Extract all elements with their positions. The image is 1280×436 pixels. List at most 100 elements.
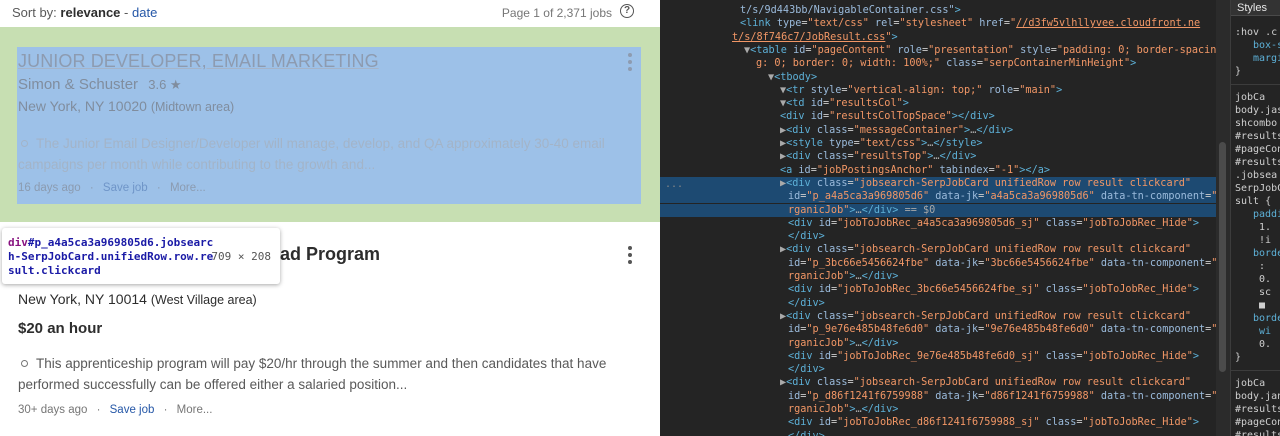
style-rule-line[interactable]: wi [1259, 325, 1271, 338]
dom-node-line[interactable]: rganicJob">…</div> == $0 [660, 203, 1216, 217]
sort-by-date-link[interactable]: date [132, 5, 157, 20]
style-rule-line[interactable]: 0. [1259, 273, 1271, 286]
save-job-link[interactable]: Save job [103, 182, 148, 194]
dom-node-line[interactable]: id="p_3bc66e5456624fbe" data-jk="3bc66e5… [660, 257, 1224, 270]
job-location: New York, NY 10020 (Midtown area) [18, 98, 234, 114]
style-rule-line[interactable]: } [1235, 65, 1241, 78]
dom-node-line[interactable]: </div> [660, 363, 1216, 376]
location-text: New York, NY 10014 [18, 291, 147, 307]
job-card-highlighted[interactable]: JUNIOR DEVELOPER, EMAIL MARKETING Simon … [17, 47, 641, 204]
style-rule-line[interactable]: #results [1235, 130, 1280, 143]
style-rule-line[interactable]: #pageCon [1235, 143, 1280, 156]
snippet-line: The Junior Email Designer/Developer will… [36, 136, 605, 151]
style-rule-line[interactable]: #results [1235, 403, 1280, 416]
tab-styles-label: Styles [1237, 2, 1267, 14]
dom-node-line[interactable]: rganicJob">…</div> [660, 403, 1216, 416]
style-rule-line[interactable]: paddi [1253, 208, 1280, 221]
dom-node-line[interactable]: <div id="jobToJobRec_a4a5ca3a969805d6_sj… [660, 217, 1216, 230]
location-text: New York, NY 10020 [18, 98, 147, 114]
sort-label: Sort by: [12, 5, 57, 20]
dom-node-line[interactable]: ▶<div class="jobsearch-SerpJobCard unifi… [660, 376, 1216, 389]
sort-bar: Sort by: relevance - date [12, 5, 157, 20]
tooltip-selector: div#p_a4a5ca3a969805d6.jobsearch-SerpJob… [8, 236, 214, 278]
dom-node-line[interactable]: rganicJob">…</div> [660, 337, 1216, 350]
more-link[interactable]: More... [170, 182, 206, 194]
style-rule-line[interactable]: !i [1259, 234, 1271, 247]
style-rule-line[interactable]: SerpJobC [1235, 182, 1280, 195]
company-rating: 3.6 ★ [148, 77, 182, 92]
style-rule-line[interactable]: jobCa [1235, 377, 1265, 390]
style-rule-line[interactable]: body.jan [1235, 390, 1280, 403]
dom-node-line[interactable]: ▶<div class="jobsearch-SerpJobCard unifi… [660, 310, 1216, 323]
more-options-icon[interactable] [628, 53, 632, 74]
dom-node-line[interactable]: </div> [660, 430, 1216, 436]
meta-separator: · [96, 404, 101, 416]
style-rule-line[interactable]: box-s [1253, 39, 1280, 52]
dom-node-line[interactable]: t/s/8f746c7/JobResult.css"> [660, 31, 1216, 44]
style-rule-line[interactable]: 0. [1259, 338, 1271, 351]
dom-node-line[interactable]: </div> [660, 230, 1216, 243]
style-rule-line[interactable]: margi [1253, 52, 1280, 65]
sort-separator: - [124, 5, 129, 20]
snippet-line: performed successfully can be offered ei… [18, 377, 408, 392]
style-rule-line[interactable]: borde [1253, 312, 1280, 325]
dom-node-line[interactable]: </div> [660, 297, 1216, 310]
style-rule-line[interactable]: :hov .c [1235, 26, 1277, 39]
style-rule-line[interactable]: #results [1235, 156, 1280, 169]
dom-node-line[interactable]: ▶<style type="text/css">…</style> [660, 137, 1216, 150]
style-rule-line[interactable]: jobCa [1235, 91, 1265, 104]
dom-node-line[interactable]: g: 0; border: 0; width: 100%;" class="se… [660, 57, 1216, 70]
dom-node-line[interactable]: rganicJob">…</div> [660, 270, 1216, 283]
style-rule-line[interactable]: sult { [1235, 195, 1271, 208]
dom-node-line[interactable]: ▶<div class="messageContainer">…</div> [660, 124, 1216, 137]
style-rule-line[interactable]: body.jas [1235, 104, 1280, 117]
dom-node-line[interactable]: id="p_d86f1241f6759988" data-jk="d86f124… [660, 390, 1224, 403]
more-link[interactable]: More... [177, 404, 213, 416]
style-rule-line[interactable]: 1. [1259, 221, 1271, 234]
dom-node-line[interactable]: <div id="jobToJobRec_9e76e485b48fe6d0_sj… [660, 350, 1216, 363]
job-title[interactable]: JUNIOR DEVELOPER, EMAIL MARKETING [18, 51, 379, 72]
style-rule-line[interactable]: #pageCon [1235, 416, 1280, 429]
job-title[interactable]: ad Program [280, 244, 380, 265]
style-rule-line[interactable]: sc [1259, 286, 1271, 299]
help-icon[interactable]: ? [620, 4, 634, 18]
style-rule-line[interactable]: borde [1253, 247, 1280, 260]
dom-node-line[interactable]: ▼<tbody> [660, 71, 1216, 84]
job-snippet: This apprenticeship program will pay $20… [18, 353, 638, 395]
dom-node-line[interactable]: <div id="jobToJobRec_3bc66e5456624fbe_sj… [660, 283, 1216, 296]
dom-node-line[interactable]: id="p_9e76e485b48fe6d0" data-jk="9e76e48… [660, 323, 1224, 336]
save-job-link[interactable]: Save job [110, 404, 155, 416]
style-rule-line[interactable]: shcombo [1235, 117, 1277, 130]
style-rule-line[interactable]: ■ [1259, 299, 1265, 312]
more-options-icon[interactable] [628, 246, 632, 267]
style-rule-line[interactable]: : [1259, 260, 1265, 273]
dom-node-line[interactable]: t/s/9d443bb/NavigableContainer.css"> [660, 4, 1216, 17]
dom-node-line[interactable]: <div id="resultsColTopSpace"></div> [660, 110, 1216, 123]
dom-node-line[interactable]: ▶<div class="jobsearch-SerpJobCard unifi… [660, 176, 1216, 191]
style-rule-line[interactable]: #results [1235, 429, 1280, 436]
dom-node-line[interactable]: ▶<div class="resultsTop">…</div> [660, 150, 1216, 163]
style-rule-line[interactable]: .jobsea [1235, 169, 1277, 182]
tooltip-tag: div [8, 236, 28, 249]
company-name[interactable]: Simon & Schuster [18, 76, 138, 93]
dom-node-line[interactable]: <div id="jobToJobRec_d86f1241f6759988_sj… [660, 416, 1216, 429]
dom-node-line[interactable]: ▼<table id="pageContent" role="presentat… [660, 44, 1216, 57]
tooltip-selector-text: #p_a4a5ca3a969805d6.jobsearch-SerpJobCar… [8, 236, 214, 277]
scrollbar-thumb[interactable] [1219, 142, 1226, 372]
snippet-line: campaigns per month while contributing t… [18, 157, 376, 172]
style-rule-line[interactable]: } [1235, 351, 1241, 364]
dom-node-line[interactable]: <link type="text/css" rel="stylesheet" h… [660, 17, 1216, 30]
dom-node-line[interactable]: id="p_a4a5ca3a969805d6" data-jk="a4a5ca3… [660, 190, 1224, 204]
styles-pane: Styles :hov .cbox-smargi}jobCabody.jassh… [1230, 0, 1280, 436]
meta-separator: · [156, 182, 161, 194]
bullet-icon [21, 140, 28, 147]
dom-node-line[interactable]: <a id="jobPostingsAnchor" tabindex="-1">… [660, 164, 1216, 177]
dom-node-line[interactable]: ▼<tr style="vertical-align: top;" role="… [660, 84, 1216, 97]
tab-styles[interactable]: Styles [1231, 0, 1280, 16]
job-meta: 16 days ago · Save job · More... [18, 182, 206, 194]
dom-node-line[interactable]: ▼<td id="resultsCol"> [660, 97, 1216, 110]
sort-relevance: relevance [60, 5, 121, 20]
meta-separator: · [163, 404, 168, 416]
dom-node-line[interactable]: ▶<div class="jobsearch-SerpJobCard unifi… [660, 243, 1216, 256]
selected-node-marker[interactable]: ... [665, 179, 683, 190]
